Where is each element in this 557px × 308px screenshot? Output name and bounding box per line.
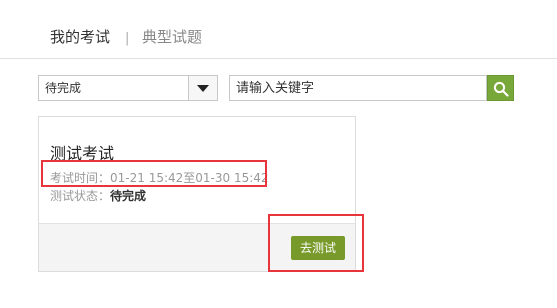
exam-status-value: 待完成 xyxy=(110,189,147,203)
exam-time-value: 01-21 15:42至01-30 15:42 xyxy=(110,171,269,185)
search-button[interactable] xyxy=(487,75,514,101)
exam-title: 测试考试 xyxy=(50,144,115,163)
select-dropdown-button[interactable] xyxy=(188,76,217,100)
exam-card: 测试考试 考试时间：01-21 15:42至01-30 15:42 测试状态：待… xyxy=(38,116,356,272)
tab-separator: | xyxy=(125,31,130,46)
caret-down-icon xyxy=(197,85,209,92)
search-icon xyxy=(493,81,509,97)
exam-status-label: 测试状态： xyxy=(50,189,111,203)
search-input[interactable] xyxy=(229,75,487,101)
exam-time-label: 考试时间： xyxy=(50,171,111,185)
exam-status: 测试状态：待完成 xyxy=(50,188,146,204)
exam-time: 考试时间：01-21 15:42至01-30 15:42 xyxy=(50,170,269,186)
status-select[interactable]: 待完成 xyxy=(38,75,218,101)
status-select-value: 待完成 xyxy=(45,81,82,95)
tab-typical-questions[interactable]: 典型试题 xyxy=(142,27,202,47)
go-test-button[interactable]: 去测试 xyxy=(291,236,345,260)
tab-bar: 我的考试 | 典型试题 xyxy=(0,0,557,59)
tab-my-exam[interactable]: 我的考试 xyxy=(50,27,110,47)
